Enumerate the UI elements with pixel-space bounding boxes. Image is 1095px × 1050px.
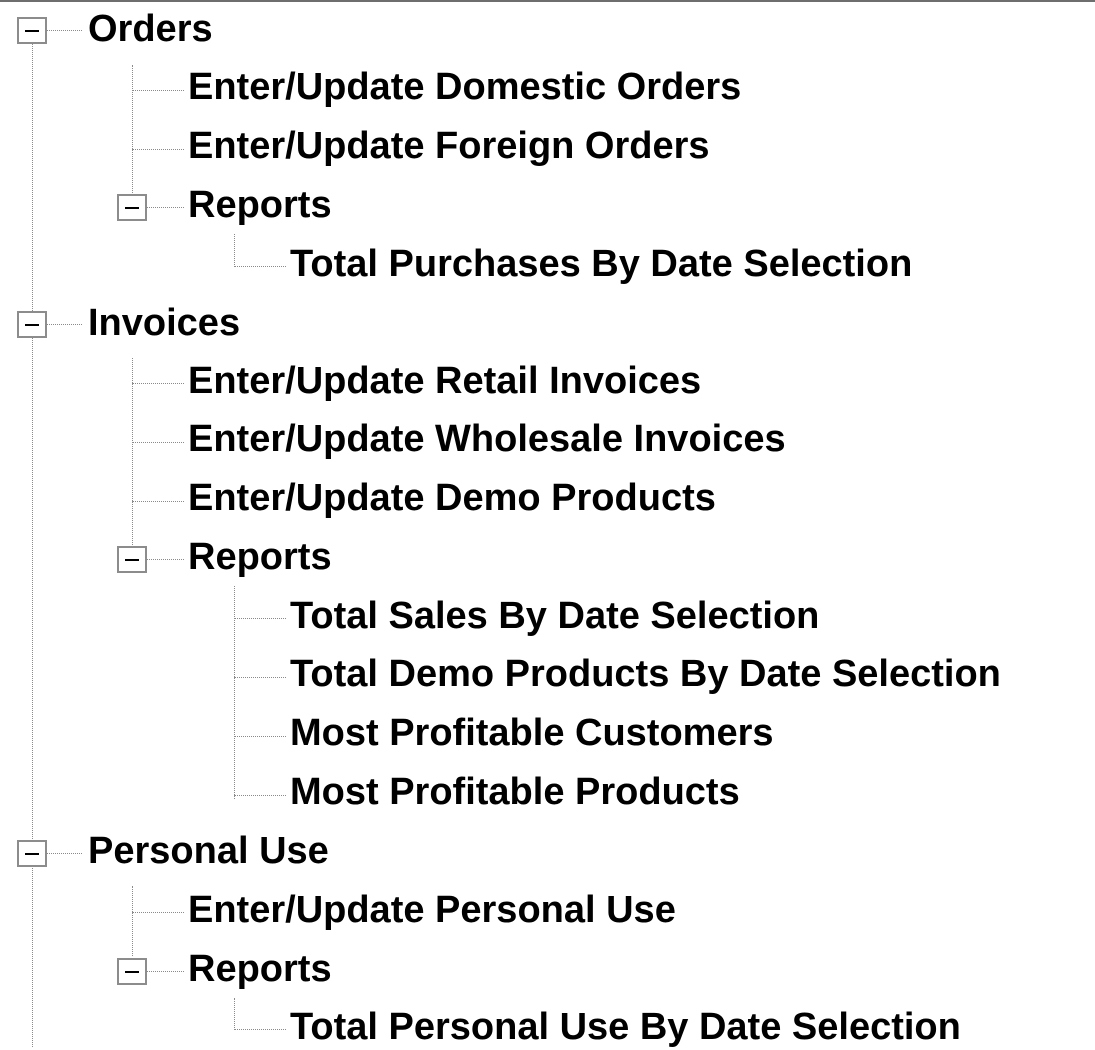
tree-connector: [132, 90, 184, 91]
tree-connector: [146, 207, 184, 208]
minus-expander-icon[interactable]: [117, 546, 147, 573]
tree-node-total-purchases-by-date-selection[interactable]: Total Purchases By Date Selection: [290, 241, 912, 287]
tree-node-total-sales-by-date-selection[interactable]: Total Sales By Date Selection: [290, 593, 819, 639]
tree-connector: [234, 795, 286, 796]
tree-connector: [234, 234, 235, 267]
tree-node-enter-update-personal-use[interactable]: Enter/Update Personal Use: [188, 887, 676, 933]
minus-expander-icon[interactable]: [117, 194, 147, 221]
tree-node-most-profitable-products[interactable]: Most Profitable Products: [290, 769, 740, 815]
tree-node-enter-update-demo-products[interactable]: Enter/Update Demo Products: [188, 475, 716, 521]
tree-node-enter-update-wholesale-invoices[interactable]: Enter/Update Wholesale Invoices: [188, 416, 786, 462]
minus-expander-icon[interactable]: [117, 958, 147, 985]
tree-connector: [132, 912, 184, 913]
tree-connector: [234, 1029, 286, 1030]
tree-node-most-profitable-customers[interactable]: Most Profitable Customers: [290, 710, 774, 756]
tree-node-orders[interactable]: Orders: [88, 6, 213, 52]
tree-node-personal-use[interactable]: Personal Use: [88, 828, 329, 874]
minus-expander-icon[interactable]: [17, 840, 47, 867]
tree-connector: [132, 383, 184, 384]
tree-node-orders-reports[interactable]: Reports: [188, 182, 332, 228]
tree-node-enter-update-domestic-orders[interactable]: Enter/Update Domestic Orders: [188, 64, 741, 110]
tree-node-enter-update-foreign-orders[interactable]: Enter/Update Foreign Orders: [188, 123, 710, 169]
tree-connector: [132, 65, 133, 193]
tree-connector: [234, 998, 235, 1030]
tree-node-invoices[interactable]: Invoices: [88, 300, 240, 346]
tree-connector: [234, 736, 286, 737]
tree-connector: [132, 358, 133, 545]
tree-connector: [132, 149, 184, 150]
tree-connector: [46, 30, 82, 31]
tree-connector: [234, 618, 286, 619]
tree-node-enter-update-retail-invoices[interactable]: Enter/Update Retail Invoices: [188, 358, 701, 404]
minus-expander-icon[interactable]: [17, 17, 47, 44]
tree-view[interactable]: Orders Enter/Update Domestic Orders Ente…: [0, 0, 1095, 1048]
tree-connector: [146, 971, 184, 972]
tree-node-personal-use-reports[interactable]: Reports: [188, 946, 332, 992]
tree-connector: [132, 501, 184, 502]
tree-connector: [234, 266, 286, 267]
tree-node-total-demo-products-by-date-selection[interactable]: Total Demo Products By Date Selection: [290, 651, 1001, 697]
tree-connector: [146, 559, 184, 560]
tree-connector: [132, 442, 184, 443]
tree-connector: [234, 677, 286, 678]
tree-connector: [46, 324, 82, 325]
tree-connector: [132, 886, 133, 956]
minus-expander-icon[interactable]: [17, 311, 47, 338]
tree-connector: [46, 853, 82, 854]
tree-node-invoices-reports[interactable]: Reports: [188, 534, 332, 580]
tree-root-connector: [32, 32, 33, 1047]
tree-node-total-personal-use-by-date-selection[interactable]: Total Personal Use By Date Selection: [290, 1004, 961, 1050]
